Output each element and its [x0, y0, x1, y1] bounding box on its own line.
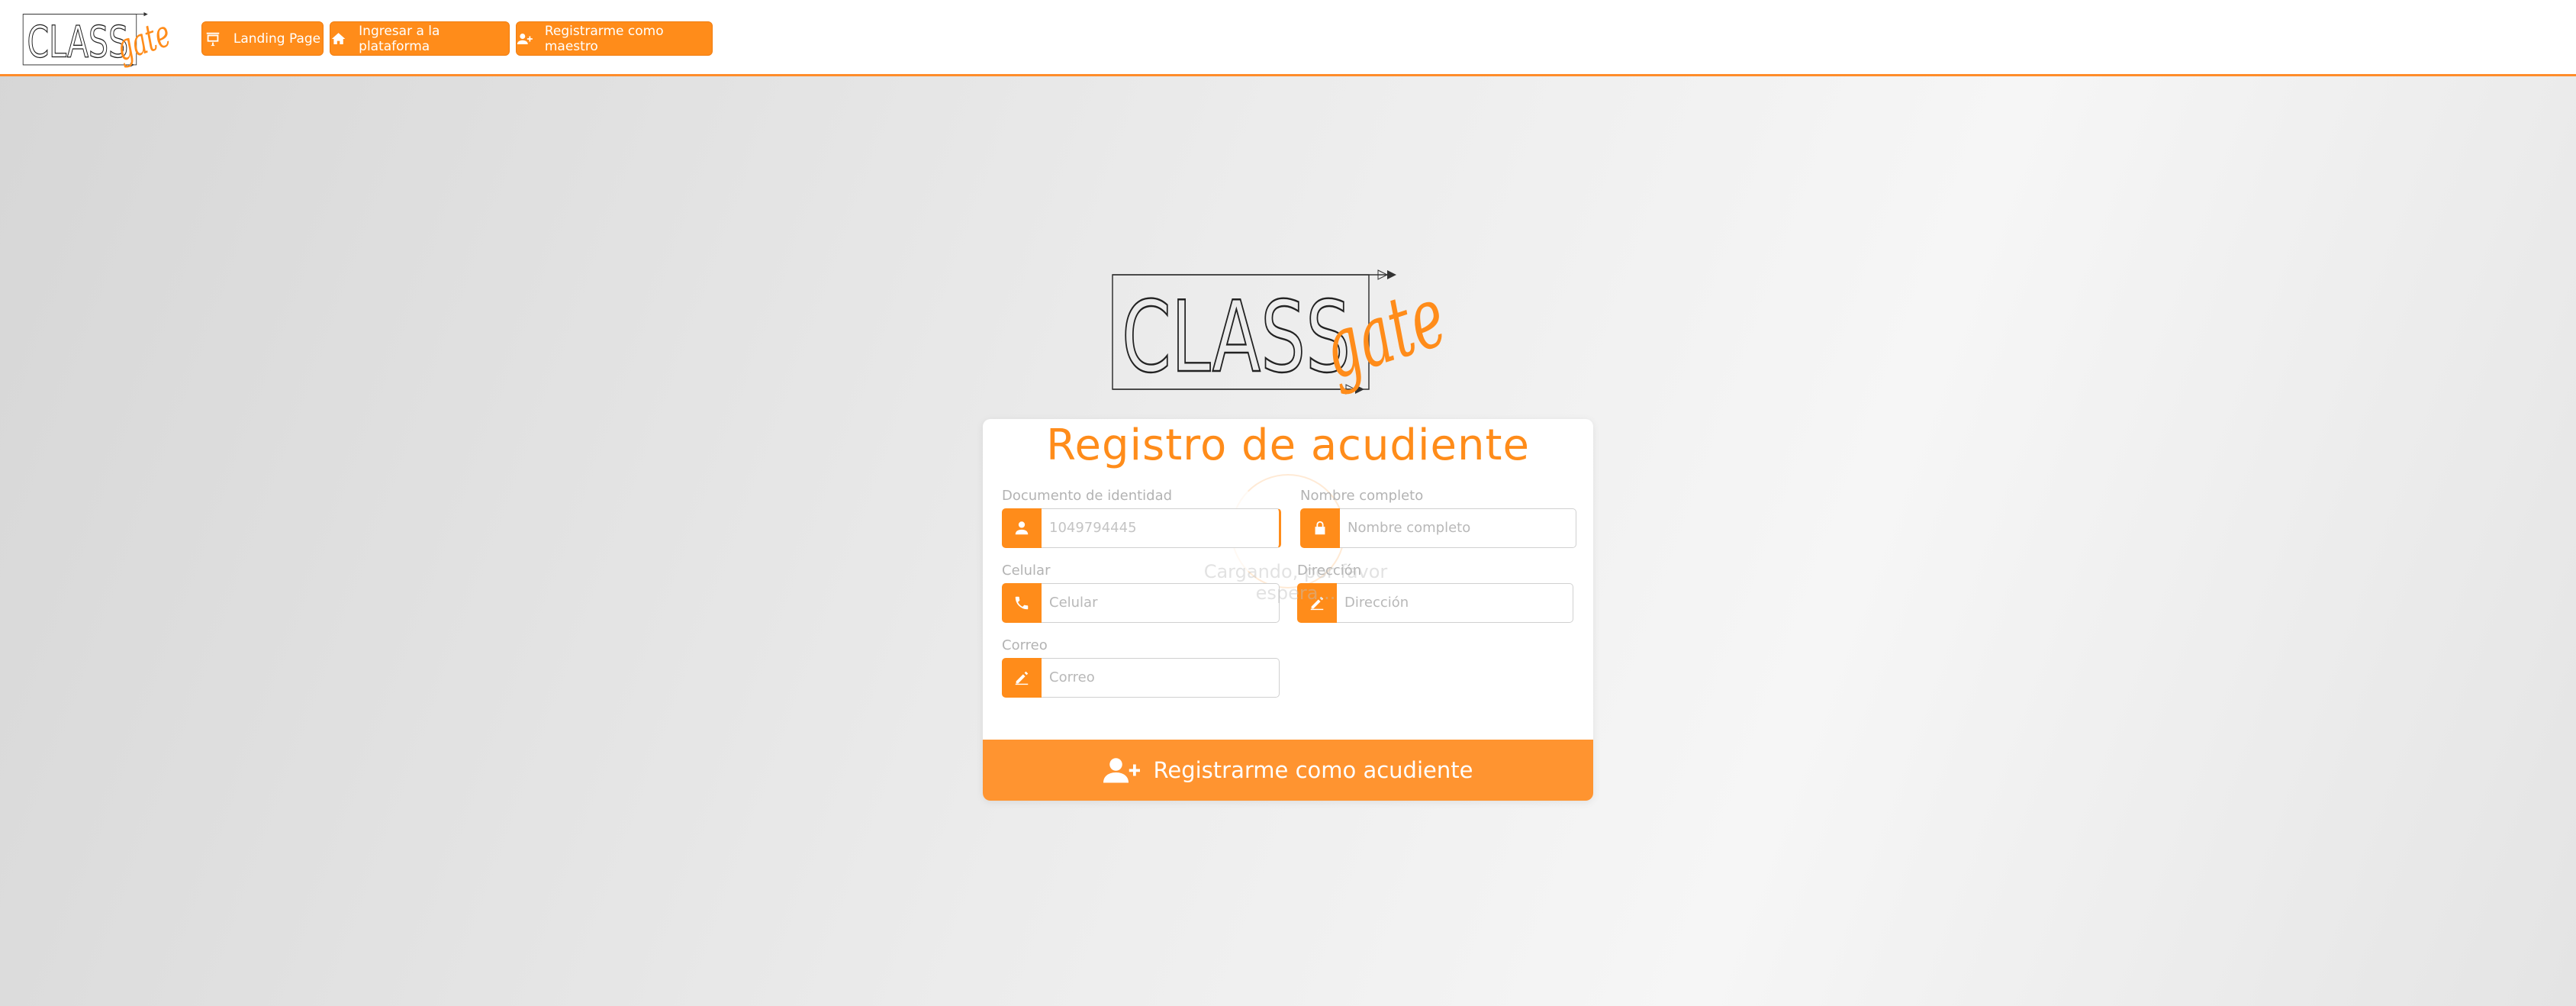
lock-icon — [1300, 508, 1340, 548]
landing-page-label: Landing Page — [233, 31, 321, 47]
user-plus-icon — [1103, 758, 1140, 783]
loading-text: Cargando, por favor espera... — [1203, 561, 1388, 604]
document-label: Documento de identidad — [1002, 488, 1173, 504]
full-name-label: Nombre completo — [1300, 488, 1424, 504]
login-platform-label: Ingresar a la plataforma — [359, 23, 440, 54]
document-input[interactable]: 1049794445 — [1042, 508, 1281, 548]
email-field-group: Correo — [1002, 658, 1280, 698]
full-name-field-group: Nombre completo — [1300, 508, 1576, 548]
register-guardian-button[interactable]: Registrarme como acudiente — [983, 740, 1593, 801]
full-name-input[interactable]: Nombre completo — [1340, 508, 1576, 548]
phone-icon — [1002, 583, 1042, 623]
email-label: Correo — [1002, 637, 1048, 653]
form-title: Registro de acudiente — [1046, 421, 1530, 470]
document-field-group: 1049794445 — [1002, 508, 1281, 548]
top-navbar: CLASS gate Landing Page Ingresar a la pl… — [0, 0, 2576, 76]
user-plus-icon — [517, 33, 533, 44]
address-field-group: Dirección — [1297, 583, 1573, 623]
user-icon — [1002, 508, 1042, 548]
classgate-logo[interactable]: CLASS gate — [21, 6, 179, 70]
guardian-registration-card: Registro de acudiente Documento de ident… — [983, 419, 1593, 801]
home-icon — [331, 32, 346, 44]
register-guardian-label: Registrarme como acudiente — [1153, 757, 1473, 783]
pen-icon — [1002, 658, 1042, 698]
svg-text:CLASS: CLASS — [27, 17, 129, 67]
login-platform-button[interactable]: Ingresar a la plataforma — [330, 21, 510, 56]
svg-text:CLASS: CLASS — [1122, 281, 1351, 395]
address-input[interactable]: Dirección — [1337, 583, 1573, 623]
register-teacher-button[interactable]: Registrarme como maestro — [516, 21, 713, 56]
landing-page-button[interactable]: Landing Page — [201, 21, 324, 56]
phone-label: Celular — [1002, 563, 1051, 579]
phone-input[interactable]: Celular — [1042, 583, 1280, 623]
register-teacher-label: Registrarme como maestro — [544, 23, 664, 54]
classgate-main-logo: CLASS gate — [1112, 267, 1457, 398]
presentation-icon — [206, 32, 220, 46]
phone-field-group: Celular — [1002, 583, 1280, 623]
email-input[interactable]: Correo — [1042, 658, 1280, 698]
